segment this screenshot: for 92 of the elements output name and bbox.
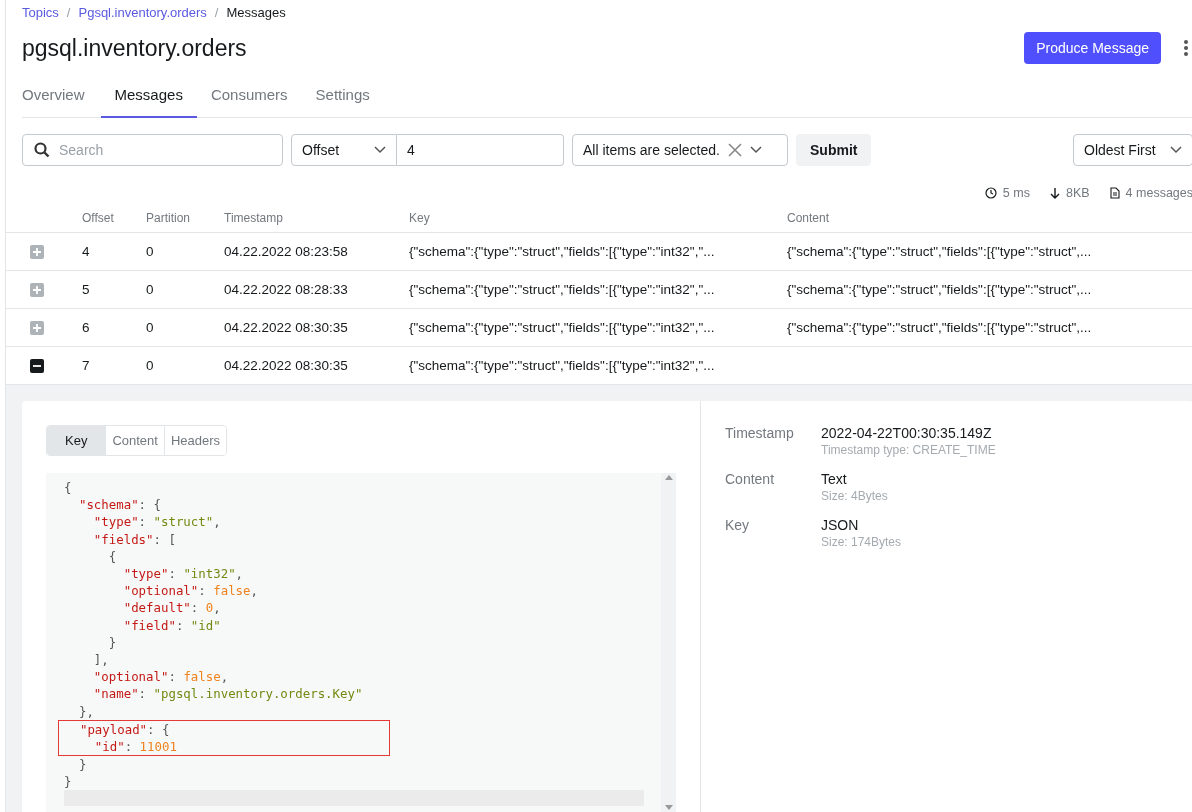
breadcrumb-current: Messages [226,4,286,20]
table-cell-text: 0 [146,320,155,335]
tab[interactable]: Key [47,426,106,455]
table-cell-text: {"schema":{"type":"struct","fields":[{"type":"int32","... [409,320,716,335]
expand-toggle[interactable] [30,282,44,297]
stat-text: 8KB [1065,186,1090,200]
search-field[interactable]: Search [22,134,283,166]
table-cell-text: {"schema":{"type":"struct","fields":[{"type":"struct",... [787,320,1093,335]
plus-icon [33,285,41,294]
code-line: ], [92,651,110,669]
code-line: "optional": false, [92,668,230,686]
plus-icon [33,247,41,256]
meta-label: Timestamp [725,425,795,443]
code-line: { [107,547,118,565]
table-cell-text: 04.22.2022 08:23:58 [224,244,349,259]
table-cell-text: 5 [82,282,91,297]
table-cell-text: {"schema":{"type":"struct","fields":[{"type":"int32","... [409,244,716,259]
stat-text: 5 ms [1002,186,1030,200]
table-cell-text: {"schema":{"type":"struct","fields":[{"type":"int32","... [409,358,716,373]
table-cell-text: {"schema":{"type":"struct","fields":[{"type":"struct",... [787,282,1093,297]
table-cell-text: 0 [146,358,155,373]
code-line: } [77,756,88,774]
produce-message-button[interactable]: Produce Message [1024,32,1161,64]
chevron-down-icon [749,146,762,154]
column-header: Timestamp [224,211,284,225]
code-line: "optional": false, [122,582,259,600]
table-cell-text: 6 [82,320,91,335]
meta-value: JSON [821,517,860,533]
more-icon[interactable] [1183,39,1189,57]
offset-field[interactable]: 4 [397,134,564,166]
table-cell-text: 0 [146,244,155,259]
page-title: pgsql.inventory.orders [22,34,248,62]
chevron-down-icon [1170,146,1182,154]
code-line: } [107,633,118,652]
scroll-down-icon[interactable] [664,805,673,810]
column-header: Content [787,211,831,225]
meta-subtext: Timestamp type: CREATE_TIME [821,443,997,457]
meta-value: Text [821,471,848,487]
meta-label: Key [725,517,751,535]
code-line: "schema": { [77,496,162,514]
table-cell-text: {"schema":{"type":"struct","fields":[{"type":"struct",... [787,244,1093,259]
tab[interactable]: Settings [301,72,384,118]
expand-toggle[interactable] [30,320,44,335]
meta-subtext: Size: 174Bytes [821,535,903,549]
breadcrumb-link[interactable]: Topics [22,4,59,20]
partitions-select[interactable]: All items are selected. [572,134,788,166]
code-line: } [64,773,73,791]
table-cell-text: 04.22.2022 08:28:33 [224,282,349,297]
tab[interactable]: Consumers [196,72,302,118]
breadcrumb-separator: / [214,4,219,20]
chevron-down-icon [374,146,386,154]
column-header: Offset [82,211,115,225]
table-cell-text: {"schema":{"type":"struct","fields":[{"type":"int32","... [409,282,716,297]
table-cell-text: 0 [146,282,155,297]
code-line: "fields": [ [92,530,177,548]
code-line: }, [77,702,95,720]
breadcrumb-link[interactable]: Pgsql.inventory.orders [78,4,207,20]
plus-icon [33,323,41,332]
column-header: Partition [146,211,192,225]
clear-icon[interactable] [727,143,742,157]
table-cell-text: 4 [82,244,91,259]
code-line: "id": 11001 [93,738,178,756]
scroll-up-icon[interactable] [664,475,673,480]
vertical-scrollbar[interactable] [661,473,676,812]
arrow-down-icon [1049,187,1060,199]
code-line: "type": "int32", [122,565,245,583]
table-cell-text: 04.22.2022 08:30:35 [224,358,349,373]
tab[interactable]: Overview [22,72,99,118]
code-line: "name": "pgsql.inventory.orders.Key" [92,685,364,703]
search-icon [34,142,50,158]
table-cell-text: 7 [82,358,91,373]
sort-order-select[interactable]: Oldest First [1073,134,1192,166]
code-line: "type": "struct", [92,513,222,531]
code-line: "field": "id" [122,616,222,634]
expand-toggle[interactable] [30,244,44,259]
breadcrumb-separator: / [66,4,71,20]
column-header: Key [409,211,431,225]
meta-value: 2022-04-22T00:30:35.149Z [821,425,993,441]
meta-label: Content [725,471,776,489]
tab[interactable]: Headers [163,426,227,455]
document-icon [1109,187,1120,199]
code-line: "payload": { [78,720,171,739]
tab[interactable]: Messages [100,72,197,118]
code-line: { [64,479,73,497]
clock-icon [984,187,997,199]
submit-button[interactable]: Submit [796,134,872,166]
stat-text: 4 messages [1125,186,1192,200]
seek-type-select[interactable]: Offset [291,134,397,166]
code-line: "default": 0, [122,599,222,617]
meta-subtext: Size: 4Bytes [821,489,889,503]
collapse-toggle[interactable] [30,358,44,373]
table-cell-text: 04.22.2022 08:30:35 [224,320,349,335]
